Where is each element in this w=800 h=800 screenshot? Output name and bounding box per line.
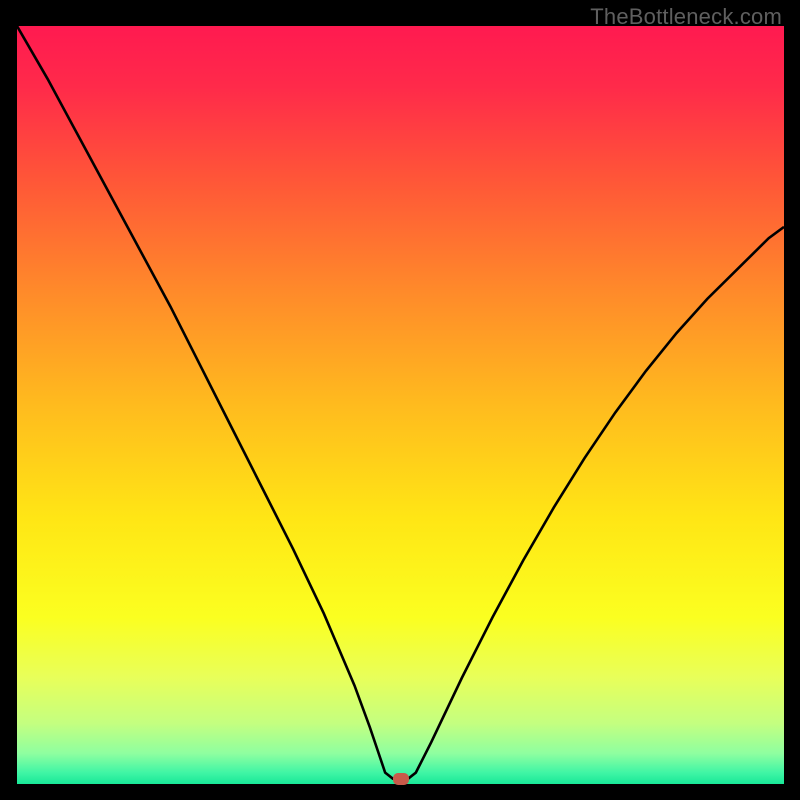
minimum-marker (393, 773, 409, 785)
gradient-background (17, 26, 784, 784)
plot-area (17, 26, 784, 784)
chart-frame (17, 26, 784, 784)
watermark-text: TheBottleneck.com (590, 4, 782, 30)
